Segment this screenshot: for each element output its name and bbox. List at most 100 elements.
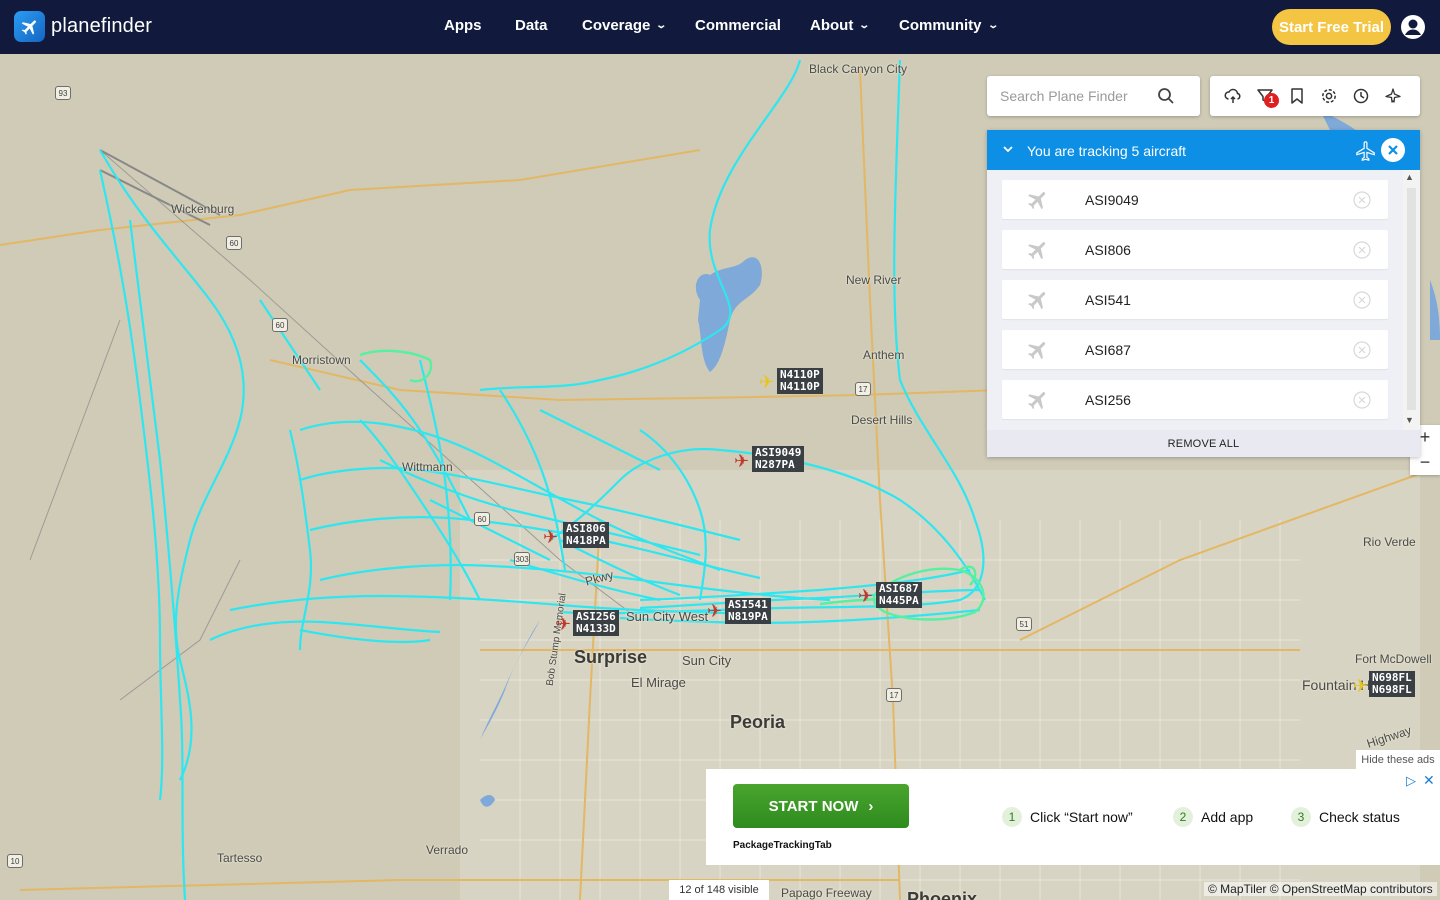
place-desert-hills: Desert Hills bbox=[851, 413, 913, 427]
remove-circle-icon[interactable] bbox=[1353, 341, 1371, 359]
aircraft-label[interactable]: ASI806 N418PA bbox=[563, 522, 609, 548]
tracked-aircraft-item[interactable]: ASI687 bbox=[1002, 330, 1388, 369]
route-shield: 17 bbox=[855, 382, 871, 396]
aircraft-label[interactable]: ASI9049 N287PA bbox=[752, 446, 805, 472]
top-navbar: planefinder Apps Data Coverage ⌄ Commerci… bbox=[0, 0, 1440, 54]
tracked-aircraft-item[interactable]: ASI256 bbox=[1002, 380, 1388, 419]
place-papago-freeway: Papago Freeway bbox=[781, 886, 872, 900]
aircraft-marker-icon[interactable]: ✈ bbox=[556, 615, 571, 633]
aircraft-label-line2: N698FL bbox=[1372, 683, 1412, 696]
close-icon bbox=[1388, 145, 1398, 155]
visible-aircraft-count: 12 of 148 visible bbox=[669, 880, 769, 900]
tracked-aircraft-callsign: ASI806 bbox=[1085, 242, 1131, 258]
tracked-aircraft-callsign: ASI687 bbox=[1085, 342, 1131, 358]
tracked-aircraft-item[interactable]: ASI9049 bbox=[1002, 180, 1388, 219]
close-tracking-button[interactable] bbox=[1381, 138, 1405, 162]
nav-coverage[interactable]: Coverage ⌄ bbox=[582, 17, 668, 34]
place-rio-verde: Rio Verde bbox=[1363, 535, 1416, 549]
aircraft-label-line2: N445PA bbox=[879, 594, 919, 607]
map-toolbar bbox=[1210, 76, 1420, 116]
place-wickenburg: Wickenburg bbox=[171, 202, 235, 216]
aircraft-label[interactable]: ASI541 N819PA bbox=[725, 598, 771, 624]
remove-circle-icon[interactable] bbox=[1353, 191, 1371, 209]
aircraft-label[interactable]: ASI256 N4133D bbox=[573, 610, 619, 636]
ad-step-number: 2 bbox=[1173, 807, 1193, 827]
user-account-icon[interactable] bbox=[1400, 14, 1426, 40]
remove-circle-icon[interactable] bbox=[1353, 391, 1371, 409]
chevron-down-icon: ⌄ bbox=[858, 20, 871, 31]
ad-close-icon[interactable]: ✕ bbox=[1423, 772, 1435, 789]
tracked-aircraft-item[interactable]: ASI806 bbox=[1002, 230, 1388, 269]
remove-circle-icon[interactable] bbox=[1353, 241, 1371, 259]
bookmark-icon[interactable] bbox=[1288, 87, 1306, 105]
plane-icon bbox=[1028, 392, 1046, 410]
advertisement-banner: START NOW › PackageTrackingTab 1 Click “S… bbox=[706, 769, 1440, 865]
route-shield: 60 bbox=[272, 318, 288, 332]
route-shield: 60 bbox=[226, 236, 242, 250]
scroll-down-arrow-icon[interactable]: ▼ bbox=[1405, 415, 1414, 425]
nav-commercial[interactable]: Commercial bbox=[695, 17, 781, 34]
nav-community[interactable]: Community ⌄ bbox=[899, 17, 999, 34]
plane-icon bbox=[1028, 342, 1046, 360]
tracked-aircraft-item[interactable]: ASI541 bbox=[1002, 280, 1388, 319]
remove-circle-icon[interactable] bbox=[1353, 291, 1371, 309]
place-el-mirage: El Mirage bbox=[631, 675, 686, 690]
place-black-canyon-city: Black Canyon City bbox=[809, 62, 908, 76]
aircraft-label[interactable]: ASI687 N445PA bbox=[876, 582, 922, 608]
aircraft-marker-icon[interactable]: ✈ bbox=[734, 452, 749, 470]
aircraft-label[interactable]: N698FL N698FL bbox=[1369, 671, 1415, 697]
aircraft-marker-icon[interactable]: ✈ bbox=[759, 373, 774, 391]
place-phoenix: Phoenix bbox=[907, 889, 978, 900]
nav-about[interactable]: About ⌄ bbox=[810, 17, 871, 34]
ad-start-now-label: START NOW bbox=[768, 797, 859, 815]
plane-settings-icon[interactable] bbox=[1384, 87, 1402, 105]
route-shield: 17 bbox=[886, 688, 902, 702]
chevron-down-icon: ⌄ bbox=[655, 20, 668, 31]
settings-gear-icon[interactable] bbox=[1320, 87, 1338, 105]
search-icon[interactable] bbox=[1157, 87, 1175, 105]
ad-choices-icon[interactable]: ▷ bbox=[1406, 773, 1416, 789]
search-box bbox=[987, 76, 1200, 116]
place-sun-city: Sun City bbox=[682, 653, 732, 668]
history-clock-icon[interactable] bbox=[1352, 87, 1370, 105]
aircraft-label-line2: N819PA bbox=[728, 610, 768, 623]
route-shield: 51 bbox=[1016, 617, 1032, 631]
ad-step-number: 3 bbox=[1291, 807, 1311, 827]
nav-apps[interactable]: Apps bbox=[444, 17, 482, 34]
remove-all-button[interactable]: REMOVE ALL bbox=[987, 430, 1420, 457]
chevron-down-icon: ⌄ bbox=[986, 20, 999, 31]
ad-start-now-button[interactable]: START NOW › bbox=[733, 784, 909, 828]
chevron-down-icon[interactable] bbox=[1001, 142, 1015, 156]
aircraft-marker-icon[interactable]: ✈ bbox=[1353, 677, 1368, 695]
nav-commercial-label: Commercial bbox=[695, 17, 781, 34]
list-scrollbar-thumb[interactable] bbox=[1407, 188, 1416, 410]
tracked-aircraft-list: ASI9049 ASI806 ASI541 ASI687 ASI256 bbox=[987, 170, 1420, 430]
aircraft-label-line2: N287PA bbox=[755, 458, 795, 471]
place-verrado: Verrado bbox=[426, 843, 469, 857]
nav-apps-label: Apps bbox=[444, 17, 482, 34]
hide-ads-link[interactable]: Hide these ads bbox=[1356, 750, 1440, 769]
aircraft-marker-icon[interactable]: ✈ bbox=[707, 602, 722, 620]
ad-step-text: Add app bbox=[1201, 809, 1254, 825]
weather-cloud-icon[interactable] bbox=[1224, 87, 1242, 105]
plane-icon bbox=[1355, 140, 1377, 162]
place-fort-mcdowell: Fort McDowell bbox=[1355, 652, 1432, 666]
nav-data[interactable]: Data bbox=[515, 17, 548, 34]
route-shield: 93 bbox=[55, 86, 71, 100]
tracked-aircraft-callsign: ASI256 bbox=[1085, 392, 1131, 408]
search-input[interactable] bbox=[1000, 86, 1160, 106]
ad-step-text: Click “Start now” bbox=[1030, 809, 1133, 825]
start-free-trial-button[interactable]: Start Free Trial bbox=[1272, 9, 1391, 45]
map-attribution[interactable]: © MapTiler © OpenStreetMap contributors bbox=[1204, 882, 1437, 896]
nav-community-label: Community bbox=[899, 17, 982, 34]
route-shield: 303 bbox=[514, 552, 530, 566]
tracking-panel-header: You are tracking 5 aircraft bbox=[987, 130, 1420, 170]
aircraft-label[interactable]: N4110P N4110P bbox=[777, 368, 823, 394]
aircraft-marker-icon[interactable]: ✈ bbox=[858, 587, 873, 605]
plane-icon bbox=[1028, 242, 1046, 260]
ad-step-text: Check status bbox=[1319, 809, 1400, 825]
scroll-up-arrow-icon[interactable]: ▲ bbox=[1405, 172, 1414, 182]
main-menu: Apps Data Coverage ⌄ Commercial About ⌄ Co… bbox=[0, 0, 1440, 54]
aircraft-marker-icon[interactable]: ✈ bbox=[543, 528, 558, 546]
place-new-river: New River bbox=[846, 273, 902, 287]
